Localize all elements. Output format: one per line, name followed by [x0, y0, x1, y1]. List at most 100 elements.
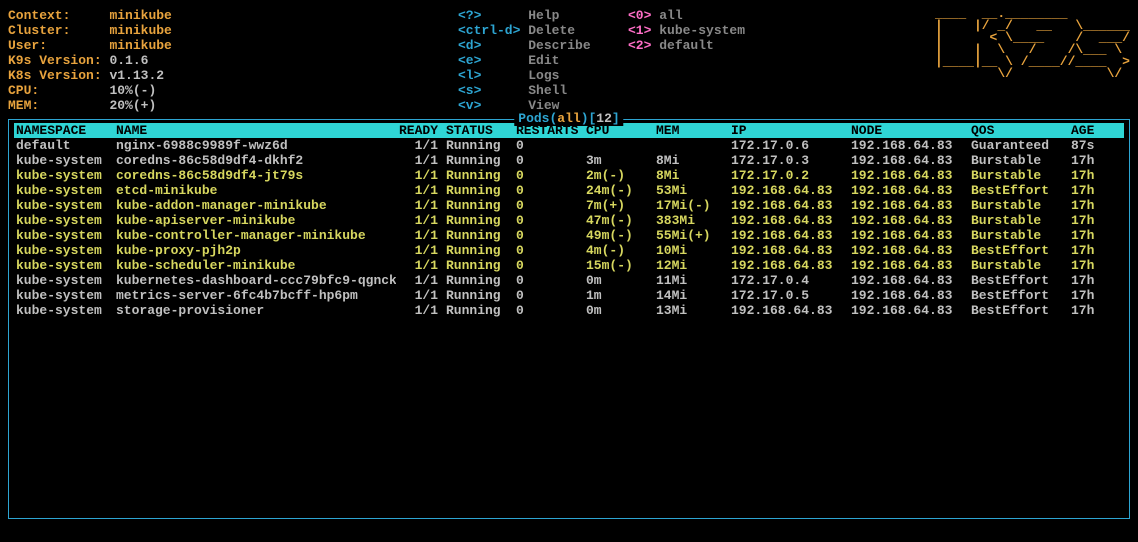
table-row[interactable]: kube-systemetcd-minikube1/1Running024m(-… — [14, 183, 1124, 198]
cell-qos: BestEffort — [971, 243, 1071, 258]
cluster-label: Cluster: — [8, 23, 70, 38]
cell-status: Running — [446, 258, 516, 273]
cell-cpu: 3m — [586, 153, 656, 168]
cell-qos: Burstable — [971, 153, 1071, 168]
cell-namespace: kube-system — [16, 258, 116, 273]
hotkey-ns-all: <0> — [628, 8, 651, 23]
cell-namespace: kube-system — [16, 273, 116, 288]
cell-mem: 8Mi — [656, 153, 731, 168]
cell-mem: 53Mi — [656, 183, 731, 198]
cell-namespace: default — [16, 138, 116, 153]
cell-restarts: 0 — [516, 273, 586, 288]
cell-status: Running — [446, 183, 516, 198]
context-value: minikube — [109, 8, 171, 23]
cell-ip: 192.168.64.83 — [731, 198, 851, 213]
cell-node: 192.168.64.83 — [851, 213, 971, 228]
cell-name: kube-addon-manager-minikube — [116, 198, 396, 213]
th-name: NAME — [116, 123, 396, 138]
cell-node: 192.168.64.83 — [851, 288, 971, 303]
cell-restarts: 0 — [516, 303, 586, 318]
cell-name: kube-proxy-pjh2p — [116, 243, 396, 258]
context-label: Context: — [8, 8, 70, 23]
cell-node: 192.168.64.83 — [851, 153, 971, 168]
cell-node: 192.168.64.83 — [851, 183, 971, 198]
cell-namespace: kube-system — [16, 228, 116, 243]
cell-qos: Burstable — [971, 168, 1071, 183]
cell-age: 17h — [1071, 303, 1121, 318]
pods-table[interactable]: NAMESPACE NAME READY STATUS RESTARTS CPU… — [9, 120, 1129, 321]
table-row[interactable]: kube-systemkube-apiserver-minikube1/1Run… — [14, 213, 1124, 228]
table-row[interactable]: kube-systemcoredns-86c58d9df4-jt79s1/1Ru… — [14, 168, 1124, 183]
cell-status: Running — [446, 213, 516, 228]
cell-restarts: 0 — [516, 243, 586, 258]
th-mem: MEM — [656, 123, 731, 138]
k9s-logo: ____ __.________ | |/ _/ __ \______ | < … — [935, 8, 1130, 113]
th-status: STATUS — [446, 123, 516, 138]
cell-node: 192.168.64.83 — [851, 303, 971, 318]
cell-age: 17h — [1071, 228, 1121, 243]
cell-mem: 55Mi(+) — [656, 228, 731, 243]
cell-namespace: kube-system — [16, 303, 116, 318]
cell-age: 17h — [1071, 168, 1121, 183]
hotkey-shell: <s> — [458, 83, 481, 98]
table-row[interactable]: kube-systemkube-scheduler-minikube1/1Run… — [14, 258, 1124, 273]
cell-mem — [656, 138, 731, 153]
cell-cpu: 0m — [586, 303, 656, 318]
table-row[interactable]: defaultnginx-6988c9989f-wwz6d1/1Running0… — [14, 138, 1124, 153]
cell-ip: 172.17.0.2 — [731, 168, 851, 183]
cell-age: 87s — [1071, 138, 1121, 153]
cell-cpu: 47m(-) — [586, 213, 656, 228]
k9s-value: 0.1.6 — [109, 53, 148, 68]
cell-restarts: 0 — [516, 153, 586, 168]
cell-name: nginx-6988c9989f-wwz6d — [116, 138, 396, 153]
hotkey-help: <?> — [458, 8, 481, 23]
table-row[interactable]: kube-systemkubernetes-dashboard-ccc79bfc… — [14, 273, 1124, 288]
cell-status: Running — [446, 138, 516, 153]
cell-ready: 1/1 — [396, 288, 446, 303]
cell-node: 192.168.64.83 — [851, 138, 971, 153]
cell-namespace: kube-system — [16, 213, 116, 228]
cell-restarts: 0 — [516, 168, 586, 183]
cell-namespace: kube-system — [16, 183, 116, 198]
cell-qos: Guaranteed — [971, 138, 1071, 153]
mem-label: MEM: — [8, 98, 39, 113]
cell-qos: BestEffort — [971, 303, 1071, 318]
cluster-value: minikube — [109, 23, 171, 38]
table-row[interactable]: kube-systemstorage-provisioner1/1Running… — [14, 303, 1124, 318]
cell-mem: 8Mi — [656, 168, 731, 183]
cell-status: Running — [446, 273, 516, 288]
cell-status: Running — [446, 168, 516, 183]
cell-ip: 172.17.0.6 — [731, 138, 851, 153]
context-info: Context: minikube Cluster: minikube User… — [8, 8, 458, 113]
hotkeys-ns: <0> all <1> kube-system <2> default — [628, 8, 798, 113]
cell-status: Running — [446, 198, 516, 213]
pods-panel: Pods(all)[12] NAMESPACE NAME READY STATU… — [8, 119, 1130, 519]
table-row[interactable]: kube-systemmetrics-server-6fc4b7bcff-hp6… — [14, 288, 1124, 303]
cell-ready: 1/1 — [396, 138, 446, 153]
header: Context: minikube Cluster: minikube User… — [8, 8, 1130, 113]
cell-ip: 192.168.64.83 — [731, 183, 851, 198]
table-row[interactable]: kube-systemcoredns-86c58d9df4-dkhf21/1Ru… — [14, 153, 1124, 168]
cell-status: Running — [446, 288, 516, 303]
th-ip: IP — [731, 123, 851, 138]
table-row[interactable]: kube-systemkube-addon-manager-minikube1/… — [14, 198, 1124, 213]
cell-cpu: 1m — [586, 288, 656, 303]
cell-cpu: 0m — [586, 273, 656, 288]
cell-qos: BestEffort — [971, 183, 1071, 198]
k8s-label: K8s Version: — [8, 68, 102, 83]
cell-name: kube-scheduler-minikube — [116, 258, 396, 273]
cell-ready: 1/1 — [396, 273, 446, 288]
cell-ip: 172.17.0.3 — [731, 153, 851, 168]
th-qos: QOS — [971, 123, 1071, 138]
cell-age: 17h — [1071, 183, 1121, 198]
cell-ip: 192.168.64.83 — [731, 258, 851, 273]
cell-node: 192.168.64.83 — [851, 243, 971, 258]
cell-ready: 1/1 — [396, 153, 446, 168]
cell-restarts: 0 — [516, 228, 586, 243]
cpu-label: CPU: — [8, 83, 39, 98]
table-row[interactable]: kube-systemkube-proxy-pjh2p1/1Running04m… — [14, 243, 1124, 258]
cell-mem: 12Mi — [656, 258, 731, 273]
table-body: defaultnginx-6988c9989f-wwz6d1/1Running0… — [14, 138, 1124, 318]
table-row[interactable]: kube-systemkube-controller-manager-minik… — [14, 228, 1124, 243]
cell-age: 17h — [1071, 198, 1121, 213]
